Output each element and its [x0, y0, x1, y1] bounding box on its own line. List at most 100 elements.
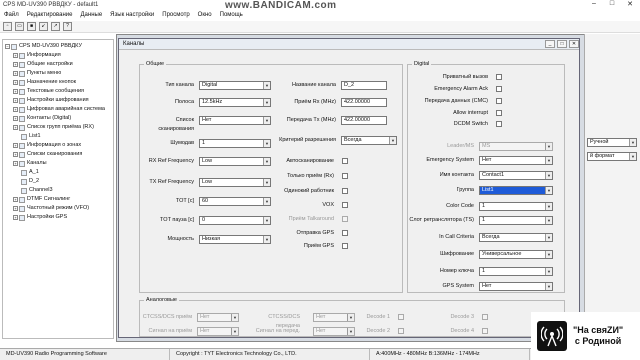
- digital-field-dropdown[interactable]: List1 ▼: [479, 186, 553, 195]
- expand-icon[interactable]: +: [13, 161, 18, 166]
- checkbox[interactable]: [342, 243, 348, 249]
- checkbox[interactable]: [342, 173, 348, 179]
- chevron-down-icon[interactable]: ▼: [545, 283, 552, 290]
- chevron-down-icon[interactable]: ▼: [389, 137, 396, 144]
- tree-item[interactable]: + Настройки GPS: [5, 213, 111, 222]
- tree-item[interactable]: − CPS MD-UV390 РВВДКУ: [5, 42, 111, 51]
- expand-icon[interactable]: +: [13, 62, 18, 67]
- tree-item[interactable]: Channel3: [5, 186, 111, 195]
- mid-field-input[interactable]: D_2: [341, 81, 387, 90]
- checkbox[interactable]: [482, 314, 488, 320]
- checkbox[interactable]: [342, 216, 348, 222]
- digital-field-dropdown[interactable]: MS ▼: [479, 142, 553, 151]
- tree-item[interactable]: + Информация: [5, 51, 111, 60]
- right-dropdown-1[interactable]: Ручной ▼: [587, 138, 637, 147]
- digital-field-dropdown[interactable]: 1 ▼: [479, 267, 553, 276]
- left-field-dropdown[interactable]: 1 ▼: [199, 139, 271, 148]
- digital-field-dropdown[interactable]: Универсальное ▼: [479, 250, 553, 259]
- left-field-dropdown[interactable]: 12.5kHz ▼: [199, 98, 271, 107]
- maximize-button[interactable]: □: [603, 0, 621, 10]
- left-field-dropdown[interactable]: Низкая ▼: [199, 235, 271, 244]
- close-button[interactable]: ✕: [621, 0, 639, 10]
- tree-item[interactable]: + Каналы: [5, 159, 111, 168]
- expand-icon[interactable]: +: [13, 143, 18, 148]
- checkbox[interactable]: [496, 74, 502, 80]
- checkbox[interactable]: [342, 202, 348, 208]
- help-icon[interactable]: ?: [63, 22, 72, 31]
- menu-view[interactable]: Просмотр: [162, 12, 189, 18]
- left-field-dropdown[interactable]: Low ▼: [199, 157, 271, 166]
- tree-item[interactable]: + Настройки шифрования: [5, 96, 111, 105]
- chevron-down-icon[interactable]: ▼: [545, 251, 552, 258]
- left-field-dropdown[interactable]: 0 ▼: [199, 216, 271, 225]
- expand-icon[interactable]: +: [13, 215, 18, 220]
- expand-icon[interactable]: −: [5, 44, 10, 49]
- chevron-down-icon[interactable]: ▼: [545, 234, 552, 241]
- expand-icon[interactable]: +: [13, 98, 18, 103]
- save-icon[interactable]: ■: [27, 22, 36, 31]
- digital-field-dropdown[interactable]: Contact1 ▼: [479, 171, 553, 180]
- tree-item[interactable]: D_2: [5, 177, 111, 186]
- tree-item[interactable]: + Контакты (Digital): [5, 114, 111, 123]
- expand-icon[interactable]: +: [13, 80, 18, 85]
- chevron-down-icon[interactable]: ▼: [347, 314, 354, 321]
- chevron-down-icon[interactable]: ▼: [545, 172, 552, 179]
- expand-icon[interactable]: +: [13, 206, 18, 211]
- chevron-down-icon[interactable]: ▼: [231, 314, 238, 321]
- right-dropdown-2[interactable]: й формат ▼: [587, 152, 637, 161]
- chevron-down-icon[interactable]: ▼: [545, 157, 552, 164]
- checkbox[interactable]: [496, 98, 502, 104]
- permission-dropdown[interactable]: Всегда ▼: [341, 136, 397, 145]
- chevron-down-icon[interactable]: ▼: [545, 203, 552, 210]
- tree-item[interactable]: + Цифровая аварийная система: [5, 105, 111, 114]
- tree-item[interactable]: + DTMF Сигналинг: [5, 195, 111, 204]
- analog-field-dropdown[interactable]: Нет ▼: [313, 327, 355, 336]
- tree-item[interactable]: A_1: [5, 168, 111, 177]
- checkbox[interactable]: [482, 328, 488, 334]
- menu-data[interactable]: Данные: [80, 12, 102, 18]
- digital-field-dropdown[interactable]: Нет ▼: [479, 282, 553, 291]
- tree-item[interactable]: List1: [5, 132, 111, 141]
- digital-field-dropdown[interactable]: 1 ▼: [479, 216, 553, 225]
- tree-item[interactable]: + Назначение кнопок: [5, 78, 111, 87]
- tree-item[interactable]: + Текстовые сообщения: [5, 87, 111, 96]
- tree-item[interactable]: + Общие настройки: [5, 60, 111, 69]
- read-radio-icon[interactable]: ↙: [39, 22, 48, 31]
- analog-field-dropdown[interactable]: Нет ▼: [313, 313, 355, 322]
- chevron-down-icon[interactable]: ▼: [545, 187, 552, 194]
- menu-edit[interactable]: Редактирование: [27, 12, 73, 18]
- digital-field-dropdown[interactable]: Всегда ▼: [479, 233, 553, 242]
- analog-field-dropdown[interactable]: Нет ▼: [197, 313, 239, 322]
- menu-help[interactable]: Помощь: [220, 12, 243, 18]
- expand-icon[interactable]: +: [13, 116, 18, 121]
- checkbox[interactable]: [496, 121, 502, 127]
- expand-icon[interactable]: +: [13, 152, 18, 157]
- left-field-dropdown[interactable]: Digital ▼: [199, 81, 271, 90]
- tree-item[interactable]: + Списки сканирования: [5, 150, 111, 159]
- window-restore-button[interactable]: □: [557, 40, 567, 48]
- tree-item[interactable]: + Список групп приёма (RX): [5, 123, 111, 132]
- expand-icon[interactable]: +: [13, 89, 18, 94]
- tree-item[interactable]: + Частотный режим (VFO): [5, 204, 111, 213]
- expand-icon[interactable]: +: [13, 197, 18, 202]
- chevron-down-icon[interactable]: ▼: [545, 143, 552, 150]
- checkbox[interactable]: [398, 328, 404, 334]
- chevron-down-icon[interactable]: ▼: [231, 328, 238, 335]
- tree-item[interactable]: + Информация о зонах: [5, 141, 111, 150]
- left-field-dropdown[interactable]: 60 ▼: [199, 197, 271, 206]
- checkbox[interactable]: [398, 314, 404, 320]
- mid-field-input[interactable]: 422.00000: [341, 98, 387, 107]
- chevron-down-icon[interactable]: ▼: [347, 328, 354, 335]
- menu-window[interactable]: Окно: [198, 12, 212, 18]
- left-field-dropdown[interactable]: Нет ▼: [199, 116, 271, 125]
- menu-language[interactable]: Язык настройки: [110, 12, 154, 18]
- expand-icon[interactable]: +: [13, 107, 18, 112]
- chevron-down-icon[interactable]: ▼: [545, 217, 552, 224]
- checkbox[interactable]: [342, 230, 348, 236]
- menu-file[interactable]: Файл: [4, 12, 19, 18]
- chevron-down-icon[interactable]: ▼: [545, 268, 552, 275]
- mid-field-input[interactable]: 422.00000: [341, 116, 387, 125]
- expand-icon[interactable]: +: [13, 71, 18, 76]
- write-radio-icon[interactable]: ↗: [51, 22, 60, 31]
- checkbox[interactable]: [342, 188, 348, 194]
